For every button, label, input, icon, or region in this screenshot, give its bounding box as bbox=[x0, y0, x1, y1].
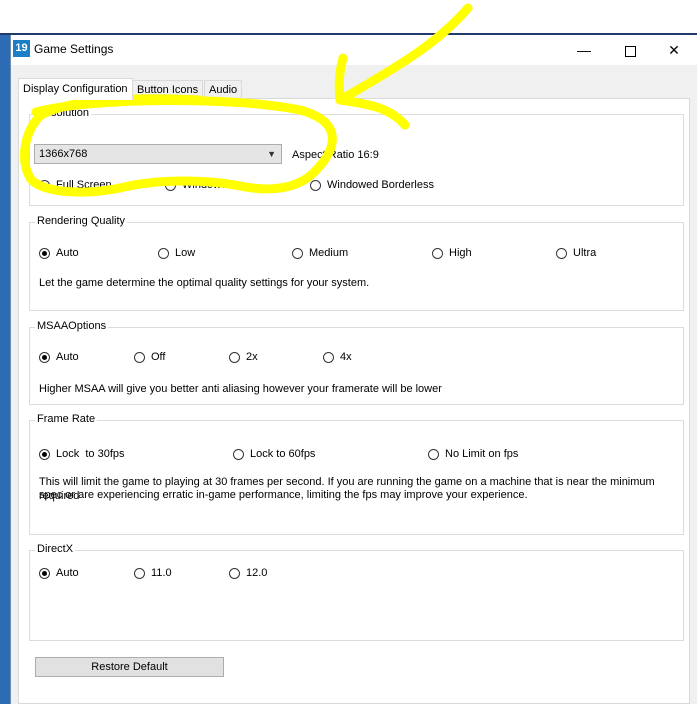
radio-label: Auto bbox=[56, 567, 79, 579]
resolution-group-label: Resolution bbox=[35, 107, 91, 119]
radio-quality-high[interactable]: High bbox=[432, 247, 472, 259]
radio-directx-auto[interactable]: Auto bbox=[39, 567, 79, 579]
radio-label: Off bbox=[151, 351, 166, 363]
radio-icon bbox=[39, 448, 50, 460]
radio-lock-30fps[interactable]: Lock to 30fps bbox=[39, 448, 125, 460]
radio-label: Windowed bbox=[182, 179, 234, 191]
radio-icon bbox=[292, 247, 303, 259]
radio-label: No Limit on fps bbox=[445, 448, 519, 460]
tab-button-icons[interactable]: Button Icons bbox=[132, 80, 204, 99]
maximize-button[interactable] bbox=[607, 35, 653, 65]
radio-icon bbox=[134, 567, 145, 579]
radio-label: Full Screen bbox=[56, 179, 112, 191]
tab-audio[interactable]: Audio bbox=[204, 80, 243, 99]
radio-label: Lock to 60fps bbox=[250, 448, 316, 460]
resolution-select-value: 1366x768 bbox=[39, 148, 88, 160]
radio-icon bbox=[428, 448, 439, 460]
title-bar[interactable]: 19 Game Settings — ✕ bbox=[11, 35, 697, 65]
radio-icon bbox=[432, 247, 443, 259]
radio-full-screen[interactable]: Full Screen bbox=[39, 179, 112, 191]
radio-windowed[interactable]: Windowed bbox=[165, 179, 233, 191]
radio-label: 2x bbox=[246, 351, 258, 363]
radio-icon bbox=[233, 448, 244, 460]
aspect-ratio-label: Aspect Ratio 16:9 bbox=[292, 149, 379, 161]
frame-rate-description-line2: spec or are experiencing erratic in-game… bbox=[39, 489, 528, 501]
radio-icon bbox=[39, 567, 50, 579]
radio-label: High bbox=[449, 247, 472, 259]
radio-msaa-auto[interactable]: Auto bbox=[39, 351, 79, 363]
rendering-quality-group-label: Rendering Quality bbox=[35, 215, 128, 227]
radio-icon bbox=[229, 567, 240, 579]
radio-quality-medium[interactable]: Medium bbox=[292, 247, 348, 259]
desktop-background bbox=[0, 0, 697, 36]
desktop-edge bbox=[0, 35, 10, 704]
radio-no-limit-fps[interactable]: No Limit on fps bbox=[428, 448, 518, 460]
game-settings-window: 19 Game Settings — ✕ Display Configurati… bbox=[10, 35, 697, 704]
msaa-group-label: MSAAOptions bbox=[35, 320, 109, 332]
radio-label: Ultra bbox=[573, 247, 597, 259]
radio-icon bbox=[39, 179, 50, 191]
rendering-quality-group bbox=[29, 222, 684, 311]
radio-icon bbox=[323, 351, 334, 363]
chevron-down-icon: ▼ bbox=[267, 149, 276, 159]
radio-quality-ultra[interactable]: Ultra bbox=[556, 247, 596, 259]
frame-rate-group-label: Frame Rate bbox=[35, 413, 98, 425]
radio-label: Windowed Borderless bbox=[327, 179, 434, 191]
radio-msaa-4x[interactable]: 4x bbox=[323, 351, 352, 363]
radio-label: Auto bbox=[56, 247, 79, 259]
radio-label: 11.0 bbox=[151, 567, 172, 579]
radio-label: Lock to 30fps bbox=[56, 448, 125, 460]
msaa-description: Higher MSAA will give you better anti al… bbox=[39, 383, 442, 395]
radio-lock-60fps[interactable]: Lock to 60fps bbox=[233, 448, 315, 460]
rendering-quality-description: Let the game determine the optimal quali… bbox=[39, 277, 370, 289]
window-title: Game Settings bbox=[34, 42, 114, 56]
radio-quality-auto[interactable]: Auto bbox=[39, 247, 79, 259]
minimize-button[interactable]: — bbox=[561, 35, 607, 65]
radio-msaa-2x[interactable]: 2x bbox=[229, 351, 258, 363]
radio-icon bbox=[165, 179, 176, 191]
directx-group-label: DirectX bbox=[35, 543, 76, 555]
resolution-select[interactable]: 1366x768 ▼ bbox=[34, 144, 282, 164]
radio-label: Auto bbox=[56, 351, 79, 363]
radio-directx-12[interactable]: 12.0 bbox=[229, 567, 267, 579]
radio-icon bbox=[158, 247, 169, 259]
restore-default-button[interactable]: Restore Default bbox=[35, 657, 224, 677]
radio-icon bbox=[134, 351, 145, 363]
radio-label: Low bbox=[175, 247, 196, 259]
app-icon: 19 bbox=[13, 40, 30, 57]
close-button[interactable]: ✕ bbox=[651, 35, 697, 65]
radio-icon bbox=[39, 351, 50, 363]
radio-icon bbox=[229, 351, 240, 363]
radio-msaa-off[interactable]: Off bbox=[134, 351, 165, 363]
minimize-icon: — bbox=[577, 42, 591, 58]
radio-label: Medium bbox=[309, 247, 349, 259]
radio-label: 12.0 bbox=[246, 567, 268, 579]
directx-group bbox=[29, 550, 684, 641]
tab-display-configuration[interactable]: Display Configuration bbox=[18, 78, 133, 100]
maximize-icon bbox=[624, 45, 636, 57]
radio-label: 4x bbox=[340, 351, 352, 363]
radio-icon bbox=[39, 247, 50, 259]
radio-quality-low[interactable]: Low bbox=[158, 247, 195, 259]
radio-directx-11[interactable]: 11.0 bbox=[134, 567, 172, 579]
radio-windowed-borderless[interactable]: Windowed Borderless bbox=[310, 179, 434, 191]
close-icon: ✕ bbox=[668, 42, 680, 58]
radio-icon bbox=[556, 247, 567, 259]
radio-icon bbox=[310, 179, 321, 191]
